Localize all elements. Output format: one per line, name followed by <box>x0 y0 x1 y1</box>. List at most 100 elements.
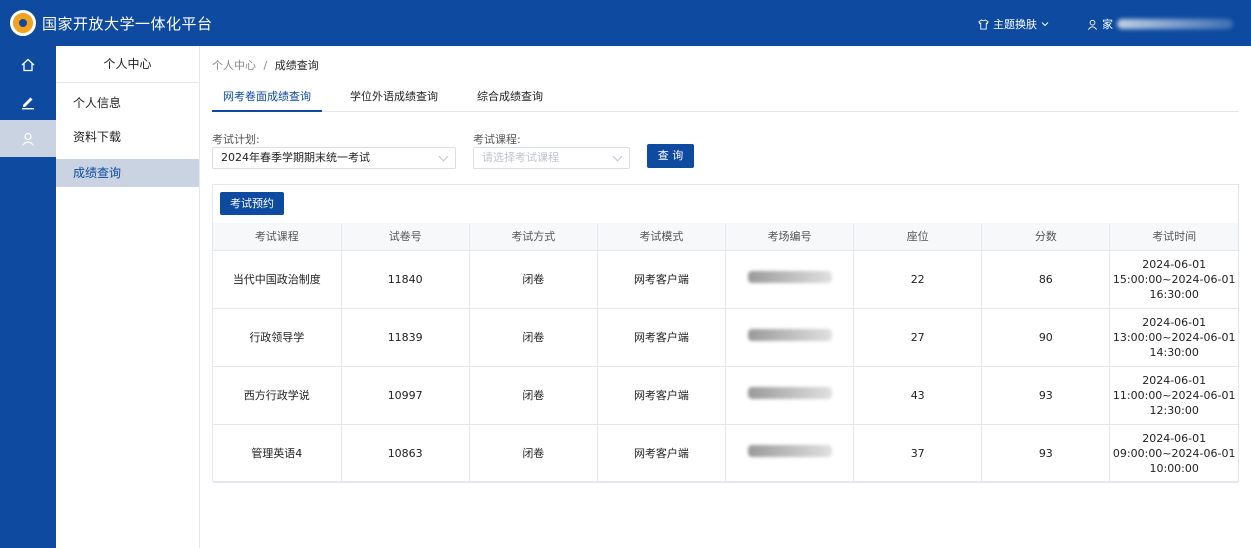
cell-seat: 22 <box>853 250 983 309</box>
table-row: 西方行政学说 10997 闭卷 网考客户端 43 93 2024-06-01 11… <box>213 366 1238 425</box>
col-room-no: 考场编号 <box>725 223 855 251</box>
time-date: 2024-06-01 <box>1142 373 1207 387</box>
cell-mode: 网考客户端 <box>597 366 727 425</box>
time-range: 09:00:00~2024-06-01 <box>1112 446 1236 460</box>
breadcrumb-separator: / <box>263 59 268 72</box>
time-range: 11:00:00~2024-06-01 <box>1112 388 1236 402</box>
cell-course: 当代中国政治制度 <box>213 250 342 309</box>
col-paper-no: 试卷号 <box>341 223 470 251</box>
table-row: 管理英语4 10863 闭卷 网考客户端 37 93 2024-06-01 09:… <box>213 424 1238 483</box>
score-table: 考试课程 试卷号 考试方式 考试模式 考场编号 座位 分数 考试时间 当代中国政… <box>213 223 1238 483</box>
main-content: 个人中心 / 成绩查询 网考卷面成绩查询 学位外语成绩查询 综合成绩查询 考试计… <box>200 46 1251 548</box>
tab-bar: 网考卷面成绩查询 学位外语成绩查询 综合成绩查询 <box>212 86 1239 112</box>
room-no-redacted <box>747 445 832 457</box>
cell-room-no <box>725 308 855 367</box>
theme-label: 主题换肤 <box>993 18 1037 31</box>
theme-switch[interactable]: 主题换肤 <box>978 16 1049 32</box>
plan-select[interactable]: 2024年春季学期期末统一考试 <box>212 147 456 169</box>
top-bar: 国家开放大学一体化平台 主题换肤 家 <box>0 0 1251 46</box>
cell-exam-time: 2024-06-01 09:00:00~2024-06-01 10:00:00 <box>1109 424 1238 483</box>
rail-home[interactable] <box>0 46 56 83</box>
user-icon <box>1088 19 1097 30</box>
cell-paper-no: 10863 <box>341 424 470 483</box>
chevron-down-icon <box>1041 22 1049 27</box>
rail-user[interactable] <box>0 120 56 157</box>
user-icon <box>22 132 34 146</box>
plan-select-value: 2024年春季学期期末统一考试 <box>221 151 370 164</box>
course-select[interactable]: 请选择考试课程 <box>473 147 630 169</box>
shirt-icon <box>978 18 989 30</box>
cell-score: 90 <box>981 308 1111 367</box>
time-end: 10:00:00 <box>1149 461 1199 475</box>
cell-seat: 27 <box>853 308 983 367</box>
user-name-redacted <box>1117 19 1233 29</box>
tab-online-exam-score[interactable]: 网考卷面成绩查询 <box>212 88 322 112</box>
room-no-redacted <box>747 329 832 341</box>
menu-item-downloads[interactable]: 资料下载 <box>56 123 199 151</box>
cell-room-no <box>725 424 855 483</box>
cell-exam-time: 2024-06-01 13:00:00~2024-06-01 14:30:00 <box>1109 308 1238 367</box>
table-header-row: 考试课程 试卷号 考试方式 考试模式 考场编号 座位 分数 考试时间 <box>213 223 1238 251</box>
cell-room-no <box>725 366 855 425</box>
cell-course: 西方行政学说 <box>213 366 342 425</box>
col-seat: 座位 <box>853 223 983 251</box>
cell-method: 闭卷 <box>469 250 598 309</box>
cell-method: 闭卷 <box>469 424 598 483</box>
rail-edit[interactable] <box>0 83 56 120</box>
logo <box>10 10 36 36</box>
breadcrumb-parent[interactable]: 个人中心 <box>212 59 256 72</box>
tab-comprehensive-score[interactable]: 综合成绩查询 <box>477 88 543 112</box>
cell-paper-no: 11839 <box>341 308 470 367</box>
course-label: 考试课程: <box>473 133 521 146</box>
cell-mode: 网考客户端 <box>597 250 727 309</box>
cell-mode: 网考客户端 <box>597 424 727 483</box>
breadcrumb: 个人中心 / 成绩查询 <box>212 57 319 73</box>
cell-score: 93 <box>981 424 1111 483</box>
col-exam-time: 考试时间 <box>1109 223 1238 251</box>
menu-item-score-query[interactable]: 成绩查询 <box>56 159 199 187</box>
table-row: 行政领导学 11839 闭卷 网考客户端 27 90 2024-06-01 13:… <box>213 308 1238 367</box>
time-date: 2024-06-01 <box>1142 257 1207 271</box>
results-panel: 考试预约 考试课程 试卷号 考试方式 考试模式 考场编号 座位 分数 考试时间 … <box>212 184 1239 483</box>
cell-exam-time: 2024-06-01 11:00:00~2024-06-01 12:30:00 <box>1109 366 1238 425</box>
col-mode: 考试模式 <box>597 223 727 251</box>
cell-seat: 43 <box>853 366 983 425</box>
cell-paper-no: 10997 <box>341 366 470 425</box>
time-date: 2024-06-01 <box>1142 431 1207 445</box>
room-no-redacted <box>747 271 832 283</box>
icon-rail <box>0 46 56 548</box>
exam-reserve-button[interactable]: 考试预约 <box>220 192 284 215</box>
table-row: 当代中国政治制度 11840 闭卷 网考客户端 22 86 2024-06-01… <box>213 250 1238 309</box>
col-score: 分数 <box>981 223 1111 251</box>
menu-header: 个人中心 <box>56 46 199 83</box>
user-menu[interactable]: 家 <box>1087 16 1233 32</box>
cell-exam-time: 2024-06-01 15:00:00~2024-06-01 16:30:00 <box>1109 250 1238 309</box>
breadcrumb-current: 成绩查询 <box>274 59 319 72</box>
cell-method: 闭卷 <box>469 308 598 367</box>
col-method: 考试方式 <box>469 223 598 251</box>
side-menu: 个人中心 个人信息 资料下载 成绩查询 <box>56 46 200 548</box>
time-end: 12:30:00 <box>1149 403 1199 417</box>
time-end: 16:30:00 <box>1149 287 1199 301</box>
home-icon <box>21 58 35 71</box>
time-range: 15:00:00~2024-06-01 <box>1112 272 1236 286</box>
cell-room-no <box>725 250 855 309</box>
time-range: 13:00:00~2024-06-01 <box>1112 330 1236 344</box>
cell-course: 行政领导学 <box>213 308 342 367</box>
chevron-down-icon <box>438 151 449 162</box>
time-date: 2024-06-01 <box>1142 315 1207 329</box>
course-select-placeholder: 请选择考试课程 <box>482 151 559 164</box>
cell-method: 闭卷 <box>469 366 598 425</box>
cell-course: 管理英语4 <box>213 424 342 483</box>
pencil-icon <box>22 97 34 109</box>
cell-paper-no: 11840 <box>341 250 470 309</box>
cell-seat: 37 <box>853 424 983 483</box>
menu-item-personal-info[interactable]: 个人信息 <box>56 89 199 117</box>
app-title: 国家开放大学一体化平台 <box>42 15 213 33</box>
cell-score: 86 <box>981 250 1111 309</box>
tab-degree-foreign-language-score[interactable]: 学位外语成绩查询 <box>350 88 438 112</box>
cell-mode: 网考客户端 <box>597 308 727 367</box>
cell-score: 93 <box>981 366 1111 425</box>
query-button[interactable]: 查 询 <box>647 144 694 168</box>
time-end: 14:30:00 <box>1149 345 1199 359</box>
